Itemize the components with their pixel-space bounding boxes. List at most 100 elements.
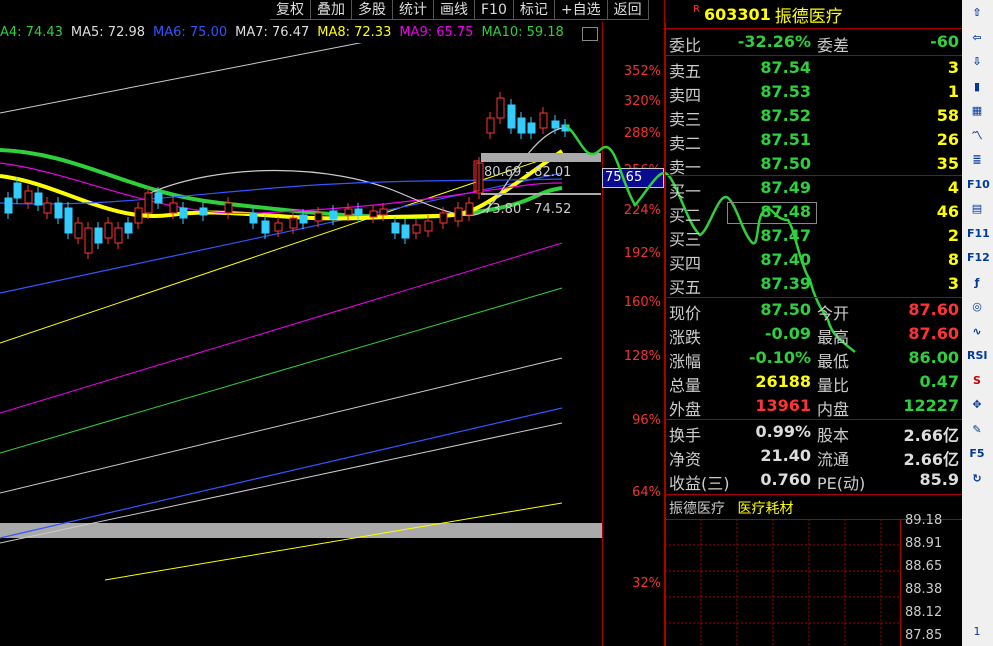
- toolbar-button[interactable]: 返回: [607, 0, 649, 20]
- f10-icon[interactable]: F10: [967, 175, 990, 195]
- quote-row: 卖三 87.52 58: [669, 106, 959, 129]
- quote-row: 收益(三) 0.760 PE(动) 85.9: [669, 470, 959, 493]
- trend-line-yellow2: [104, 502, 563, 581]
- formula-icon[interactable]: ƒ: [967, 273, 987, 293]
- toolbar-button[interactable]: 统计: [393, 0, 434, 20]
- s-icon[interactable]: S: [967, 371, 987, 391]
- candle: [54, 202, 63, 219]
- chart-toolbar: 复权 叠加 多股 统计 画线 F10 标记 +自选 返回: [270, 0, 649, 22]
- candle: [344, 208, 353, 216]
- toolbar-button[interactable]: +自选: [554, 0, 608, 20]
- ma-legend-item: MA7: 76.47: [235, 25, 310, 40]
- stock-code: 603301: [703, 4, 771, 24]
- down-arrow-icon[interactable]: ⇩: [967, 52, 987, 72]
- percent-tick: 352%: [623, 64, 661, 79]
- quote-row: 涨跌 -0.09 最高 87.60: [669, 324, 959, 347]
- left-arrow-icon[interactable]: ⇦: [967, 28, 987, 48]
- quote-row: 总量 26188 量比 0.47: [669, 372, 959, 395]
- f12-icon[interactable]: F12: [967, 248, 990, 268]
- candle: [249, 212, 258, 224]
- candle: [354, 208, 363, 216]
- percent-tick: 320%: [623, 94, 661, 109]
- f11-icon[interactable]: F11: [967, 224, 990, 244]
- quote-row: 买三 87.47 2: [669, 226, 959, 249]
- industry-link[interactable]: 医疗耗材: [737, 501, 793, 517]
- ma-legend-item: A4: 74.43: [0, 25, 63, 40]
- candle: [329, 210, 338, 220]
- ma-legend-item: MA9: 65.75: [399, 25, 474, 40]
- commission-ratio: -32.26%: [737, 32, 811, 51]
- candle: [24, 190, 33, 204]
- kline-chart[interactable]: 80.69 - 82.01 73.80 - 74.52: [0, 43, 602, 646]
- candle: [179, 207, 188, 219]
- candle: [539, 112, 548, 129]
- ma-legend-item: MA8: 72.33: [317, 25, 392, 40]
- quote-row: 卖五 87.54 3: [669, 58, 959, 81]
- ma-legend-item: MA6: 75.00: [153, 25, 228, 40]
- candle: [507, 104, 516, 129]
- tool-sidebar: ⇧ ⇦ ⇩ ▮ ▦ 〽 ≣ F10 ▤ F11 F12 ƒ ◎ ∿ RSI S ✥ ✎ F5 ↻ 1: [962, 0, 993, 646]
- up-arrow-icon[interactable]: ⇧: [967, 3, 987, 23]
- list-icon[interactable]: ≣: [967, 150, 987, 170]
- line-chart-icon[interactable]: 〽: [967, 126, 987, 146]
- stock-name: 振德医疗: [774, 6, 843, 27]
- quote-row: 买四 87.40 8: [669, 250, 959, 273]
- moving-average-legend: A4: 74.43 MA5: 72.98 MA6: 75.00 MA7: 76.47 M…: [0, 25, 564, 43]
- mini-axis-tick: 88.12: [905, 605, 943, 620]
- candle: [289, 217, 298, 229]
- quote-row: 换手 0.99% 股本 2.66亿: [669, 422, 959, 445]
- toolbar-button[interactable]: F10: [475, 0, 514, 20]
- f5-icon[interactable]: F5: [967, 444, 987, 464]
- toolbar-button[interactable]: 画线: [434, 0, 475, 20]
- commission-diff: -60: [930, 32, 959, 51]
- percent-tick: 64%: [632, 485, 661, 500]
- grid-icon[interactable]: ▦: [967, 101, 987, 121]
- quote-panel: R 603301 振德医疗 委比 -32.26% 委差 -60 振德医疗 医疗耗…: [664, 0, 963, 646]
- candle: [496, 97, 505, 119]
- commission-row: 委比 -32.26% 委差 -60: [669, 32, 959, 55]
- highlight-band: [0, 523, 602, 538]
- move-icon[interactable]: ✥: [967, 395, 987, 415]
- percent-tick: 96%: [632, 413, 661, 428]
- candle: [124, 222, 133, 234]
- ma-legend-item: MA10: 59.18: [481, 25, 564, 40]
- trend-line-green: [0, 287, 563, 454]
- mini-tick-chart: [665, 519, 900, 646]
- wave-icon[interactable]: ∿: [967, 322, 987, 342]
- toolbar-button[interactable]: 复权: [270, 0, 311, 20]
- news-icon[interactable]: ▤: [967, 199, 987, 219]
- mini-axis-tick: 88.91: [905, 536, 943, 551]
- candle: [401, 224, 410, 239]
- quote-row: 买一 87.49 4: [669, 178, 959, 201]
- candle: [551, 120, 560, 129]
- quote-row: 外盘 13961 内盘 12227: [669, 396, 959, 419]
- refresh-icon[interactable]: ↻: [967, 469, 987, 489]
- candle: [517, 117, 526, 134]
- candle: [527, 122, 536, 134]
- trend-line-white: [0, 43, 363, 114]
- candle: [261, 220, 270, 234]
- candle: [84, 227, 93, 254]
- candle: [379, 208, 388, 216]
- mini-axis-tick: 88.65: [905, 559, 943, 574]
- toolbar-button[interactable]: 叠加: [311, 0, 352, 20]
- toolbar-button[interactable]: 标记: [513, 0, 555, 20]
- candle: [486, 117, 495, 134]
- mini-price-axis: 89.18 88.91 88.65 88.38 88.12 87.85: [900, 513, 964, 646]
- quote-row: 涨幅 -0.10% 最低 86.00: [669, 348, 959, 371]
- settings-toggle-icon[interactable]: [582, 27, 598, 41]
- candle: [74, 222, 83, 239]
- candle: [94, 227, 103, 244]
- circle-icon[interactable]: ◎: [967, 297, 987, 317]
- page-indicator: 1: [973, 625, 981, 638]
- toolbar-button[interactable]: 多股: [352, 0, 393, 20]
- candle: [299, 214, 308, 224]
- chart-icon[interactable]: ▮: [967, 77, 987, 97]
- candle: [169, 202, 178, 214]
- candle: [64, 207, 73, 234]
- candle: [314, 212, 323, 222]
- quote-row: 卖一 87.50 35: [669, 154, 959, 177]
- rsi-icon[interactable]: RSI: [967, 346, 988, 366]
- pencil-icon[interactable]: ✎: [967, 420, 987, 440]
- percent-tick: 32%: [632, 576, 661, 591]
